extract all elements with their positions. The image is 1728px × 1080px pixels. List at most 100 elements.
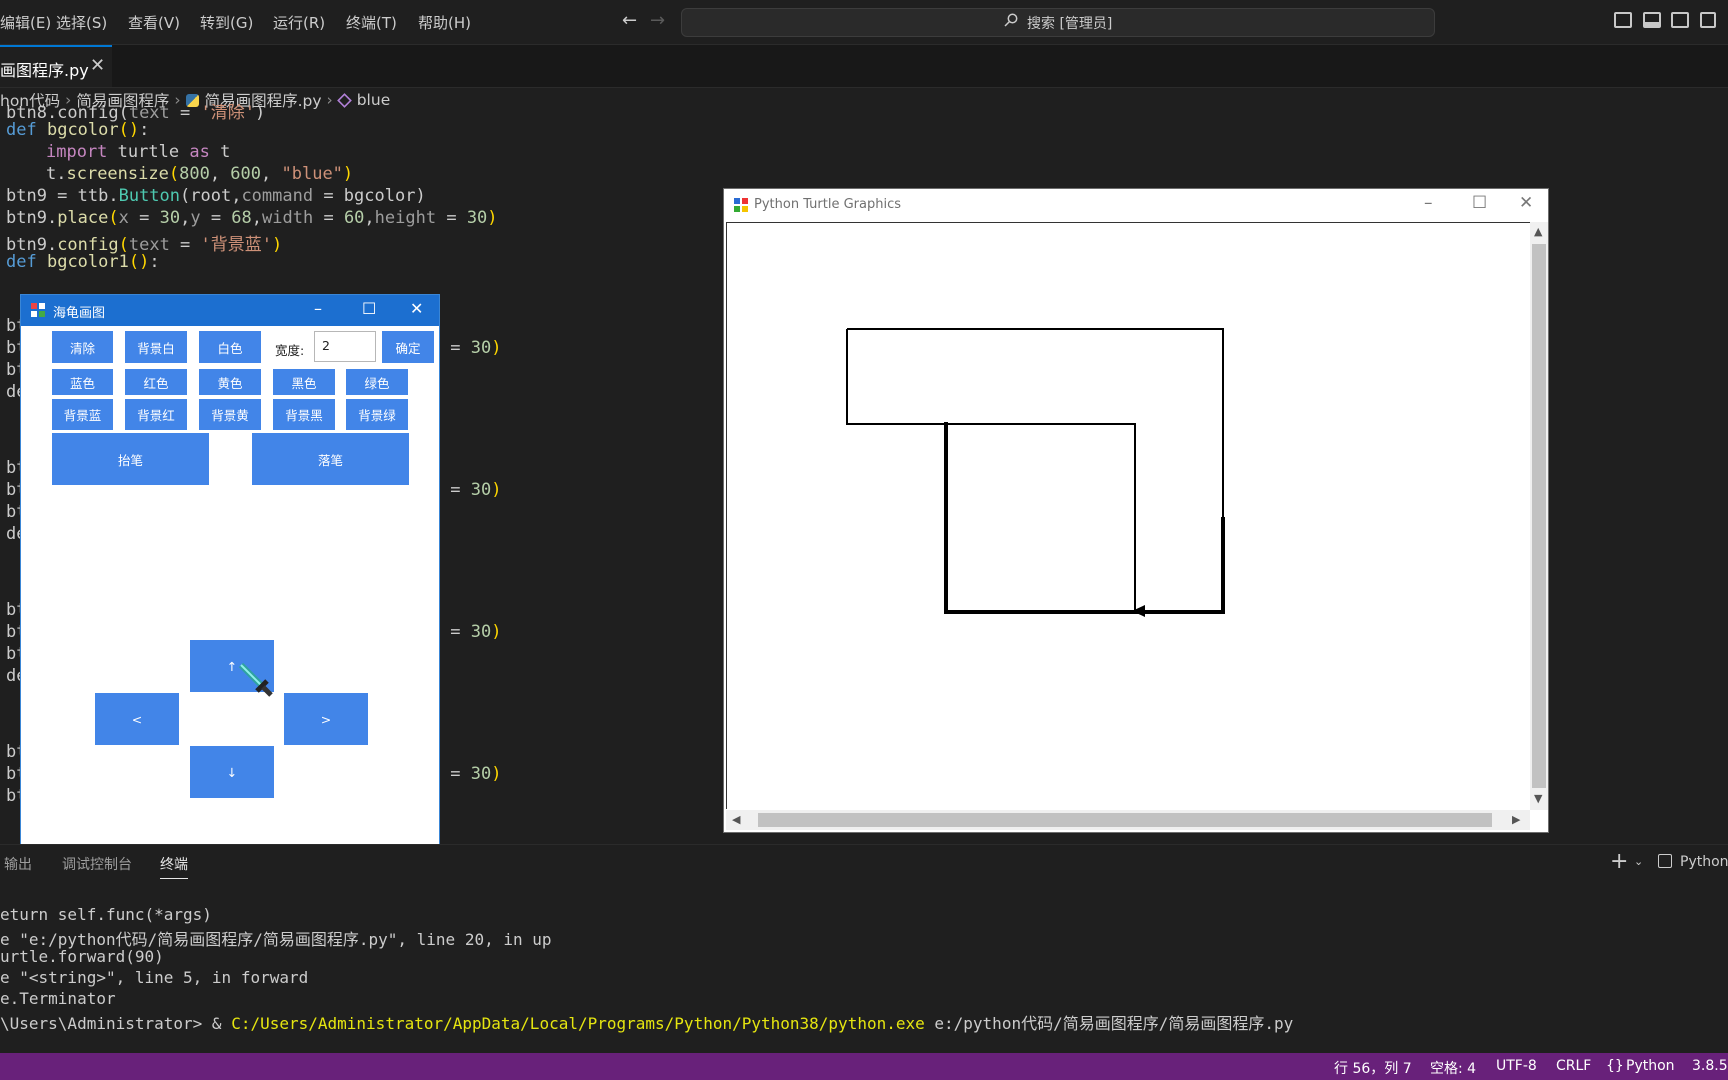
bg-blue-button[interactable]: 背景蓝 (52, 399, 113, 430)
code-line: import turtle as t (46, 142, 231, 162)
search-placeholder: 搜索 [管理员] (1027, 16, 1113, 32)
encoding[interactable]: UTF-8 (1496, 1058, 1537, 1074)
white-pen-button[interactable]: 白色 (199, 331, 261, 363)
minimize-icon[interactable]: – (1424, 193, 1433, 213)
bg-white-button[interactable]: 背景白 (125, 331, 187, 363)
horizontal-scroll-thumb[interactable] (758, 813, 1492, 827)
menu-bar: 编辑(E) 选择(S) 查看(V) 转到(G) 运行(R) 终端(T) 帮助(H… (0, 0, 1728, 45)
terminal-command-line: \Users\Administrator> & C:/Users/Adminis… (0, 1014, 1294, 1033)
yellow-pen-button[interactable]: 黄色 (199, 369, 261, 395)
code-fragment: = 30) (440, 764, 502, 784)
green-pen-button[interactable]: 绿色 (346, 369, 408, 395)
bg-red-button[interactable]: 背景红 (125, 399, 187, 430)
status-bar: 行 56，列 7 空格: 4 UTF-8 CRLF {} Python 3.8.… (0, 1053, 1728, 1080)
cursor-position[interactable]: 行 56，列 7 (1334, 1058, 1412, 1078)
horizontal-scrollbar[interactable]: ◀ ▶ (726, 810, 1530, 830)
new-terminal-icon[interactable]: + (1610, 849, 1628, 874)
menu-go[interactable]: 转到(G) (200, 12, 253, 33)
bg-black-button[interactable]: 背景黑 (273, 399, 335, 430)
editor-tab-active[interactable]: 画图程序.py ✕ (0, 45, 112, 87)
turtle-titlebar[interactable]: Python Turtle Graphics – ☐ ✕ (724, 189, 1548, 221)
back-arrow-icon[interactable]: ← (622, 10, 637, 31)
bg-yellow-button[interactable]: 背景黄 (199, 399, 261, 430)
maximize-icon[interactable]: ☐ (362, 299, 376, 318)
terminal-line: eturn self.func(*args) (0, 905, 212, 924)
maximize-icon[interactable]: ☐ (1472, 193, 1487, 213)
code-line: btn9 = ttb.Button(root,command = bgcolor… (6, 186, 426, 206)
language-mode[interactable]: Python (1626, 1058, 1675, 1074)
terminal-line: urtle.forward(90) (0, 947, 164, 966)
braces-icon: {} (1606, 1058, 1624, 1074)
indentation[interactable]: 空格: 4 (1430, 1058, 1476, 1078)
toggle-primary-sidebar-icon[interactable] (1614, 12, 1632, 28)
turtle-window-title: Python Turtle Graphics (754, 197, 901, 212)
scroll-right-icon[interactable]: ▶ (1512, 813, 1520, 826)
width-input[interactable]: 2 (314, 331, 376, 362)
editor-tab-bar: 画图程序.py ✕ (0, 45, 1728, 88)
turn-left-button[interactable]: < (95, 693, 179, 745)
line-ending[interactable]: CRLF (1556, 1058, 1591, 1074)
tk-window-title: 海龟画图 (53, 306, 106, 321)
terminal-output[interactable]: eturn self.func(*args) e "e:/python代码/简易… (0, 900, 1728, 1050)
move-down-button[interactable]: ↓ (190, 746, 274, 798)
panel-tab-bar: 输出 调试控制台 终端 + ⌄ Python (0, 844, 1728, 881)
code-line: def bgcolor(): (6, 120, 150, 140)
menu-edit[interactable]: 编辑(E) (0, 12, 51, 33)
black-pen-button[interactable]: 黑色 (273, 369, 335, 395)
menu-view[interactable]: 查看(V) (128, 12, 180, 33)
menu-run[interactable]: 运行(R) (273, 12, 325, 33)
clear-button[interactable]: 清除 (52, 331, 113, 363)
chevron-down-icon[interactable]: ⌄ (1634, 855, 1643, 868)
panel-tab-output[interactable]: 输出 (4, 854, 32, 874)
vertical-scroll-thumb[interactable] (1532, 244, 1546, 788)
sword-cursor-icon (238, 662, 273, 697)
menu-terminal[interactable]: 终端(T) (346, 12, 397, 33)
turtle-drawing (846, 328, 1225, 617)
code-line: def bgcolor1(): (6, 252, 160, 272)
toggle-panel-icon[interactable] (1643, 12, 1661, 28)
pen-up-button[interactable]: 抬笔 (52, 433, 209, 485)
toggle-secondary-sidebar-icon[interactable] (1671, 12, 1689, 28)
tk-app-window: 海龟画图 – ☐ ✕ 清除 背景白 白色 宽度: 2 确定 蓝色 红色 黄色 黑… (20, 294, 440, 849)
terminal-profile-name[interactable]: Python (1680, 854, 1728, 870)
tk-titlebar[interactable]: 海龟画图 – ☐ ✕ (21, 295, 439, 326)
code-line: btn9.place(x = 30,y = 68,width = 60,heig… (6, 208, 498, 228)
menu-selection[interactable]: 选择(S) (56, 12, 107, 33)
forward-arrow-icon[interactable]: → (650, 10, 665, 31)
minimize-icon[interactable]: – (314, 299, 322, 318)
width-label: 宽度: (275, 343, 305, 358)
close-icon[interactable]: ✕ (1519, 193, 1533, 213)
code-line: btn9.config(text = '背景蓝') (6, 235, 283, 255)
close-icon[interactable]: ✕ (90, 55, 105, 76)
search-icon (1004, 13, 1018, 27)
scroll-left-icon[interactable]: ◀ (732, 813, 740, 826)
code-line: t.screensize(800, 600, "blue") (46, 164, 354, 184)
bg-green-button[interactable]: 背景绿 (346, 399, 408, 430)
command-center-search[interactable]: 搜索 [管理员] (681, 8, 1435, 37)
tab-label: 画图程序.py (0, 61, 89, 80)
terminal-icon (1658, 854, 1672, 868)
turn-right-button[interactable]: > (284, 693, 368, 745)
close-icon[interactable]: ✕ (410, 299, 423, 318)
python-feather-icon (734, 198, 748, 212)
confirm-button[interactable]: 确定 (382, 331, 434, 363)
turtle-arrow-icon (1132, 605, 1145, 617)
menu-help[interactable]: 帮助(H) (418, 12, 471, 33)
customize-layout-icon[interactable] (1700, 12, 1716, 28)
tk-app-icon (31, 303, 45, 317)
code-fragment: = 30) (440, 338, 502, 358)
terminal-line: e.Terminator (0, 989, 116, 1008)
turtle-graphics-window: Python Turtle Graphics – ☐ ✕ ▲ ▼ ◀ ▶ (723, 188, 1549, 833)
panel-tab-debug-console[interactable]: 调试控制台 (62, 854, 132, 874)
python-version[interactable]: 3.8.5 (1692, 1058, 1728, 1074)
blue-pen-button[interactable]: 蓝色 (52, 369, 113, 395)
pen-down-button[interactable]: 落笔 (252, 433, 409, 485)
turtle-canvas[interactable] (726, 222, 1533, 809)
scroll-up-icon[interactable]: ▲ (1534, 225, 1542, 238)
code-fragment: = 30) (440, 480, 502, 500)
panel-tab-terminal[interactable]: 终端 (160, 854, 188, 879)
scroll-down-icon[interactable]: ▼ (1534, 792, 1542, 805)
vertical-scrollbar[interactable]: ▲ ▼ (1530, 222, 1548, 810)
red-pen-button[interactable]: 红色 (125, 369, 187, 395)
code-fragment: = 30) (440, 622, 502, 642)
